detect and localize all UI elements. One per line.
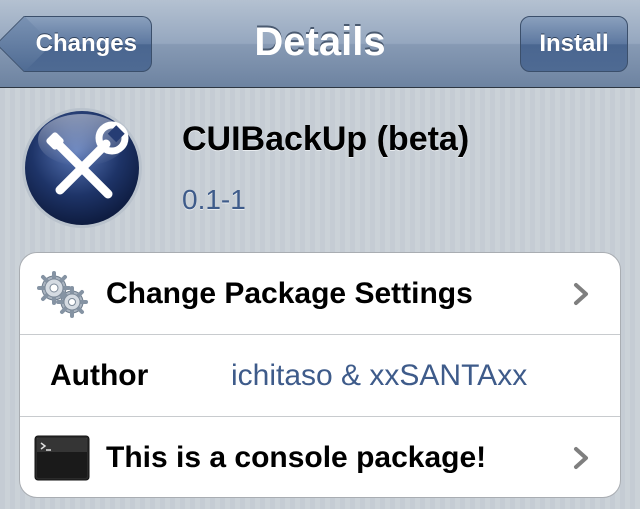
gears-icon [37, 271, 88, 318]
console-package-row[interactable]: This is a console package! [20, 417, 620, 497]
back-button-label: Changes [35, 30, 137, 57]
change-package-settings-label: Change Package Settings [106, 277, 473, 310]
wrench-screwdriver-icon [22, 108, 142, 228]
chevron-right-icon [574, 447, 588, 469]
console-package-label: This is a console package! [106, 441, 487, 474]
package-info-group: Change Package Settings Author ichitaso … [19, 252, 621, 498]
terminal-icon [34, 435, 90, 481]
install-button[interactable]: Install [520, 16, 628, 72]
author-row: Author ichitaso & xxSANTAxx [20, 335, 620, 417]
change-package-settings-row[interactable]: Change Package Settings [20, 253, 620, 335]
chevron-right-icon [574, 283, 588, 305]
package-version: 0.1-1 [182, 184, 246, 215]
back-button[interactable]: Changes [0, 15, 152, 73]
author-value: ichitaso & xxSANTAxx [231, 359, 528, 392]
author-label: Author [50, 359, 149, 392]
package-name: CUIBackUp (beta) [182, 120, 470, 158]
navigation-bar: Details Changes Install [0, 0, 640, 88]
